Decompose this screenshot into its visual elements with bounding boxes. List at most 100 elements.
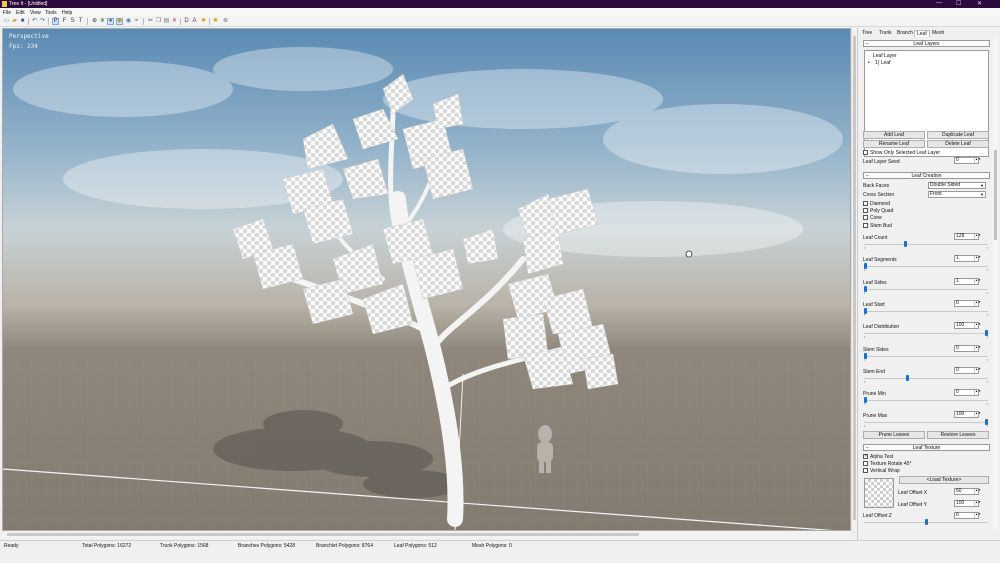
light-icon[interactable]: ◆ [116,18,123,25]
leaf-start-track[interactable] [864,310,988,312]
stem-sides-track[interactable] [864,355,988,357]
leaf-start-slider[interactable] [864,307,867,314]
copy-icon[interactable]: ❐ [155,18,162,25]
delete-leaf-button[interactable]: Delete Leaf [927,140,989,148]
show-only-selected-checkbox[interactable] [863,150,868,155]
ground-grid [3,359,850,530]
light-source-icon[interactable] [685,250,693,258]
tab-tree[interactable]: Tree [860,30,874,37]
leaf-start-ticks [864,313,988,316]
tab-mesh[interactable]: Mesh [930,30,946,37]
collapse-icon[interactable]: − [866,41,869,47]
leaf-offset-x-field[interactable]: 50 ▲▼ [954,488,981,495]
perspective-view-button[interactable]: P [52,18,59,25]
leaf-distribution-slider[interactable] [985,330,988,337]
stem-end-slider[interactable] [906,374,910,381]
rename-leaf-button[interactable]: Rename Leaf [863,140,925,148]
prune-max-slider[interactable] [985,419,988,426]
leaf-count-field[interactable]: 128 ▲▼ [954,233,981,240]
leaf-segments-track[interactable] [864,266,988,268]
leaf-sides-track[interactable] [864,288,988,290]
save-icon[interactable]: ■ [19,18,26,25]
prune-max-field[interactable]: 100 ▲▼ [954,411,981,419]
maximize-icon[interactable]: ☐ [956,0,961,7]
stem-end-field[interactable]: 0 ▲▼ [954,366,981,374]
cross-section-select[interactable]: Front ▼ [928,191,986,198]
open-file-icon[interactable]: ▰ [11,18,18,25]
back-faces-select[interactable]: Double Sided ▼ [928,182,986,189]
texture-rotate-checkbox[interactable] [863,461,868,466]
diffuse-button[interactable]: D [183,18,190,25]
list-item-leaf[interactable]: 1) Leaf [875,60,891,66]
add-leaf-button[interactable]: Add Leaf [863,131,925,139]
leaf-texture-header[interactable]: − Leaf Texture [863,444,990,451]
settings-icon[interactable]: ✺ [212,18,219,25]
stem-bud-checkbox[interactable] [863,223,868,228]
leaf-count-slider[interactable] [903,241,907,247]
leaf-sides-field[interactable]: 1 ▲▼ [954,277,981,285]
leaf-distribution-track[interactable] [864,333,988,335]
prune-max-track[interactable] [864,422,988,424]
tab-trunk[interactable]: Trunk [877,30,894,37]
leaf-sides-slider[interactable] [864,285,867,292]
leaf-layer-seed-field[interactable]: 0 ▲▼ [954,157,981,164]
viewport-horizontal-scrollbar[interactable] [2,531,851,538]
leaf-icon[interactable]: ❦ [99,18,106,25]
leaf-offset-z-slider[interactable] [924,519,928,525]
sphere-icon[interactable]: ● [107,18,114,25]
prune-leaves-button[interactable]: Prune Leaves [863,431,925,439]
collapse-icon[interactable]: − [866,173,869,179]
duplicate-leaf-button[interactable]: Duplicate Leaf [927,131,989,139]
restore-leaves-button[interactable]: Restore Leaves [927,431,989,439]
tab-branch[interactable]: Branch [895,30,915,37]
front-view-button[interactable]: F [61,18,68,25]
texture-icon[interactable]: ◉ [125,18,132,25]
prune-min-track[interactable] [864,400,988,402]
load-texture-button[interactable]: <Load Texture> [899,476,989,484]
alpha-test-checkbox[interactable]: ✓ [863,454,868,459]
undo-icon[interactable]: ↶ [31,18,38,25]
leaf-distribution-field[interactable]: 100 ▲▼ [954,322,981,330]
leaf-offset-x-label: Leaf Offset X [898,490,928,496]
collapse-icon[interactable]: − [866,445,869,451]
prune-min-slider[interactable] [864,397,867,404]
cut-icon[interactable]: ✂ [147,18,154,25]
leaf-segments-slider[interactable] [864,263,867,270]
new-file-icon[interactable]: ▭ [3,18,10,25]
alpha-button[interactable]: A [191,18,198,25]
leaf-offset-y-label: Leaf Offset Y [898,502,928,508]
stem-sides-field[interactable]: 0 ▲▼ [954,344,981,352]
minimize-icon[interactable]: — [936,0,942,6]
diamond-checkbox[interactable] [863,201,868,206]
stem-sides-slider[interactable] [864,352,867,359]
globe-icon[interactable]: ⊕ [91,18,98,25]
leaf-offset-y-field[interactable]: 100 ▲▼ [954,500,981,507]
cone-checkbox[interactable] [863,215,868,220]
redo-icon[interactable]: ↷ [39,18,46,25]
zoom-icon[interactable]: ⌖ [133,18,140,25]
3d-viewport[interactable]: Perspective Fps: 234 [2,28,851,531]
properties-panel: Tree Trunk Branch Leaf Mesh − Leaf Layer… [857,28,1000,540]
close-icon[interactable]: ✕ [977,0,982,7]
sun-icon[interactable]: ✹ [200,18,207,25]
leaf-layers-header[interactable]: − Leaf Layers [863,40,990,47]
panel-scrollbar[interactable] [993,38,998,532]
list-item-root[interactable]: Leaf Layer [873,53,897,59]
side-view-button[interactable]: S [69,18,76,25]
leaf-segments-field[interactable]: 1 ▲▼ [954,255,981,263]
leaf-offset-z-field[interactable]: 0 ▲▼ [954,512,981,519]
paste-icon[interactable]: ▤ [163,18,170,25]
vertical-wrap-checkbox[interactable] [863,468,868,473]
tree-bullet-icon: • [868,60,870,66]
status-ready: Ready [4,543,19,549]
top-view-button[interactable]: T [77,18,84,25]
leaf-count-track[interactable] [864,244,988,245]
leaf-creation-header[interactable]: − Leaf Creation [863,172,990,179]
stem-end-track[interactable] [864,377,988,379]
tab-leaf[interactable]: Leaf [914,30,930,37]
poly-quad-checkbox[interactable] [863,208,868,213]
leaf-start-field[interactable]: 0 ▲▼ [954,299,981,307]
delete-icon[interactable]: ✕ [171,18,178,25]
wind-icon[interactable]: ≋ [222,18,229,25]
prune-min-field[interactable]: 0 ▲▼ [954,389,981,397]
